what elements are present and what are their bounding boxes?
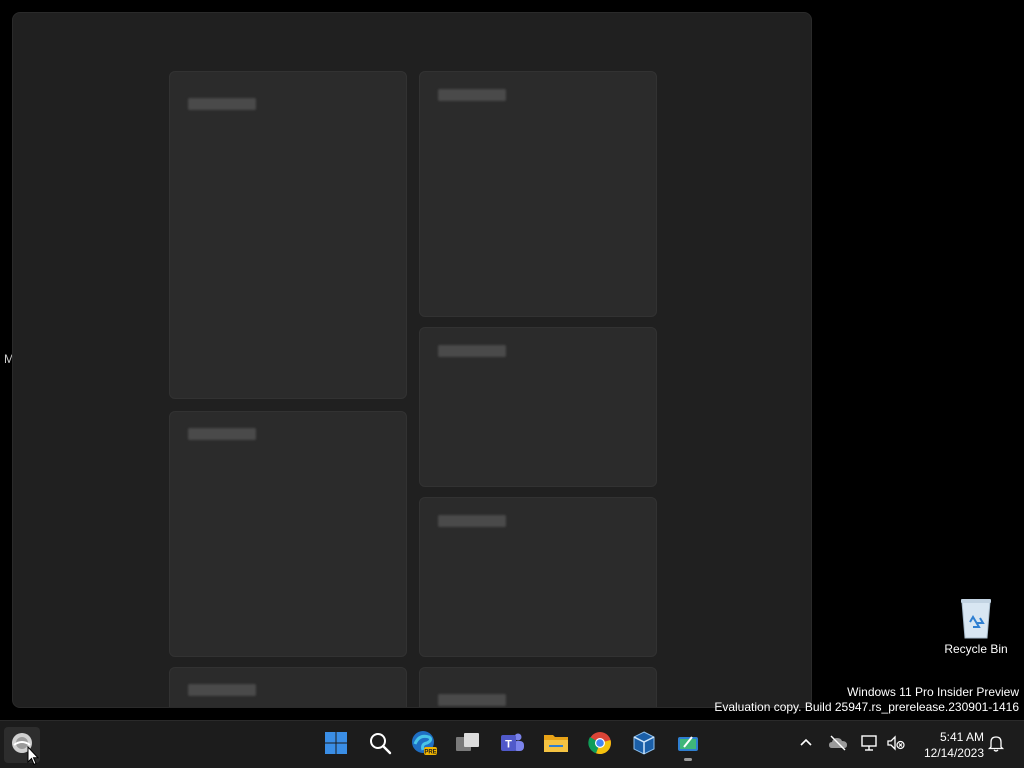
widget-title-placeholder [188, 98, 256, 110]
widget-card-placeholder[interactable] [419, 667, 657, 707]
onedrive-button[interactable] [826, 733, 850, 757]
snipping-tool-button[interactable] [670, 727, 706, 763]
widget-title-placeholder [188, 428, 256, 440]
search-icon [368, 731, 392, 760]
widget-title-placeholder [438, 515, 506, 527]
recycle-bin-label: Recycle Bin [944, 642, 1008, 656]
file-explorer-icon [543, 731, 569, 760]
widget-card-placeholder[interactable] [169, 667, 407, 707]
notifications-button[interactable] [984, 733, 1008, 757]
widget-title-placeholder [438, 345, 506, 357]
teams-icon: T [499, 731, 525, 760]
mouse-cursor-icon [27, 745, 40, 768]
volume-muted-icon [886, 734, 906, 757]
search-button[interactable] [362, 727, 398, 763]
widget-card-placeholder[interactable] [169, 411, 407, 657]
teams-button[interactable]: T [494, 727, 530, 763]
widget-card-placeholder[interactable] [419, 327, 657, 487]
widget-card-placeholder[interactable] [169, 71, 407, 399]
chevron-up-icon [799, 736, 813, 755]
file-explorer-button[interactable] [538, 727, 574, 763]
clock[interactable]: 5:41 AM 12/14/2023 [912, 729, 984, 761]
widget-card-placeholder[interactable] [419, 71, 657, 317]
network-button[interactable] [857, 733, 881, 757]
bell-icon [987, 734, 1005, 757]
running-indicator [684, 758, 692, 761]
watermark-edition: Windows 11 Pro Insider Preview [847, 685, 1019, 699]
widget-title-placeholder [188, 684, 256, 696]
show-hidden-icons-button[interactable] [794, 733, 818, 757]
clock-date: 12/14/2023 [923, 746, 984, 760]
snipping-tool-icon [676, 731, 700, 760]
virtualbox-button[interactable] [626, 727, 662, 763]
clock-time: 5:41 AM [939, 730, 984, 744]
recycle-bin[interactable]: Recycle Bin [940, 592, 1012, 664]
widget-card-placeholder[interactable] [419, 497, 657, 657]
virtualbox-icon [632, 730, 656, 760]
taskbar: PRE T 5:41 AM 12/14/2023 [0, 720, 1024, 768]
svg-text:T: T [505, 738, 512, 750]
start-icon [324, 731, 348, 760]
watermark-build: Evaluation copy. Build 25947.rs_prerelea… [714, 700, 1019, 714]
build-watermark: Windows 11 Pro Insider Preview Evaluatio… [714, 685, 1019, 715]
widget-title-placeholder [438, 89, 506, 101]
widgets-panel[interactable] [12, 12, 812, 708]
recycle-bin-icon [940, 596, 1012, 640]
network-icon [859, 734, 879, 757]
edge-preview-button[interactable]: PRE [406, 727, 442, 763]
widget-title-placeholder [438, 694, 506, 706]
onedrive-offline-icon [828, 735, 848, 756]
task-view-icon [455, 731, 481, 760]
chrome-button[interactable] [582, 727, 618, 763]
task-view-button[interactable] [450, 727, 486, 763]
edge-preview-icon: PRE [411, 730, 437, 761]
chrome-icon [588, 731, 612, 760]
svg-text:PRE: PRE [424, 749, 436, 755]
start-button[interactable] [318, 727, 354, 763]
volume-button[interactable] [884, 733, 908, 757]
